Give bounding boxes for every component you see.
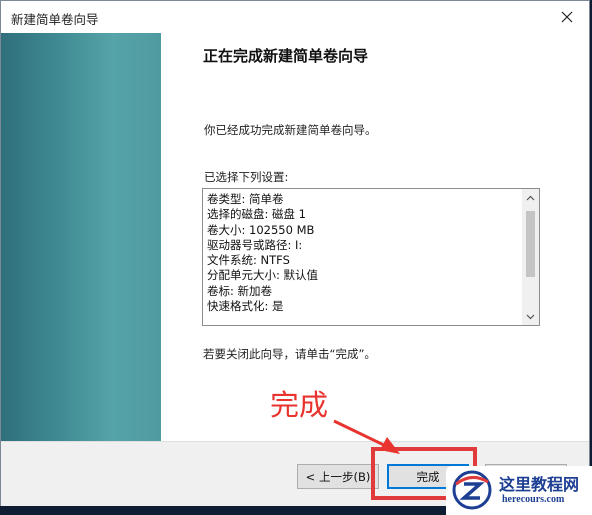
chevron-up-icon	[526, 195, 535, 200]
settings-summary-box[interactable]: 卷类型: 简单卷 选择的磁盘: 磁盘 1 卷大小: 102550 MB 驱动器号…	[202, 188, 540, 326]
settings-line: 卷标: 新加卷	[207, 283, 273, 298]
success-message: 你已经成功完成新建简单卷向导。	[204, 123, 377, 137]
vertical-scrollbar[interactable]	[522, 189, 539, 325]
watermark-url: herecours.com	[502, 494, 565, 505]
back-button[interactable]: < 上一步(B)	[297, 464, 379, 489]
scroll-up-button[interactable]	[522, 189, 539, 206]
watermark-title: 这里教程网	[499, 475, 580, 494]
title-bar: 新建简单卷向导	[1, 1, 589, 34]
window-title: 新建简单卷向导	[11, 12, 99, 27]
annotation-label: 完成	[270, 388, 329, 422]
settings-line: 卷类型: 简单卷	[207, 192, 284, 206]
close-button[interactable]	[545, 1, 589, 33]
close-icon	[561, 11, 573, 23]
settings-line: 驱动器号或路径: I:	[207, 237, 303, 252]
scroll-down-button[interactable]	[522, 308, 539, 325]
settings-line: 文件系统: NTFS	[207, 253, 290, 268]
wizard-content: 正在完成新建简单卷向导 你已经成功完成新建简单卷向导。 已选择下列设置: 卷类型…	[1, 33, 589, 441]
page-title: 正在完成新建简单卷向导	[203, 47, 369, 65]
site-watermark: 这里教程网 herecours.com	[446, 466, 592, 515]
chevron-down-icon	[526, 314, 535, 319]
settings-line: 快速格式化: 是	[207, 299, 284, 314]
settings-line: 分配单元大小: 默认值	[207, 268, 319, 283]
wizard-window: 新建简单卷向导 正在完成新建简单卷向导 你已经成功完成新建简单卷向导。 已选择下…	[0, 0, 590, 506]
close-hint: 若要关闭此向导，请单击“完成”。	[203, 347, 376, 361]
settings-line: 选择的磁盘: 磁盘 1	[207, 207, 307, 222]
settings-line: 卷大小: 102550 MB	[207, 222, 315, 237]
scroll-thumb[interactable]	[526, 211, 535, 277]
settings-list: 卷类型: 简单卷 选择的磁盘: 磁盘 1 卷大小: 102550 MB 驱动器号…	[207, 192, 519, 314]
settings-label: 已选择下列设置:	[204, 170, 289, 184]
site-logo-icon	[452, 470, 492, 510]
wizard-side-banner	[1, 33, 161, 441]
